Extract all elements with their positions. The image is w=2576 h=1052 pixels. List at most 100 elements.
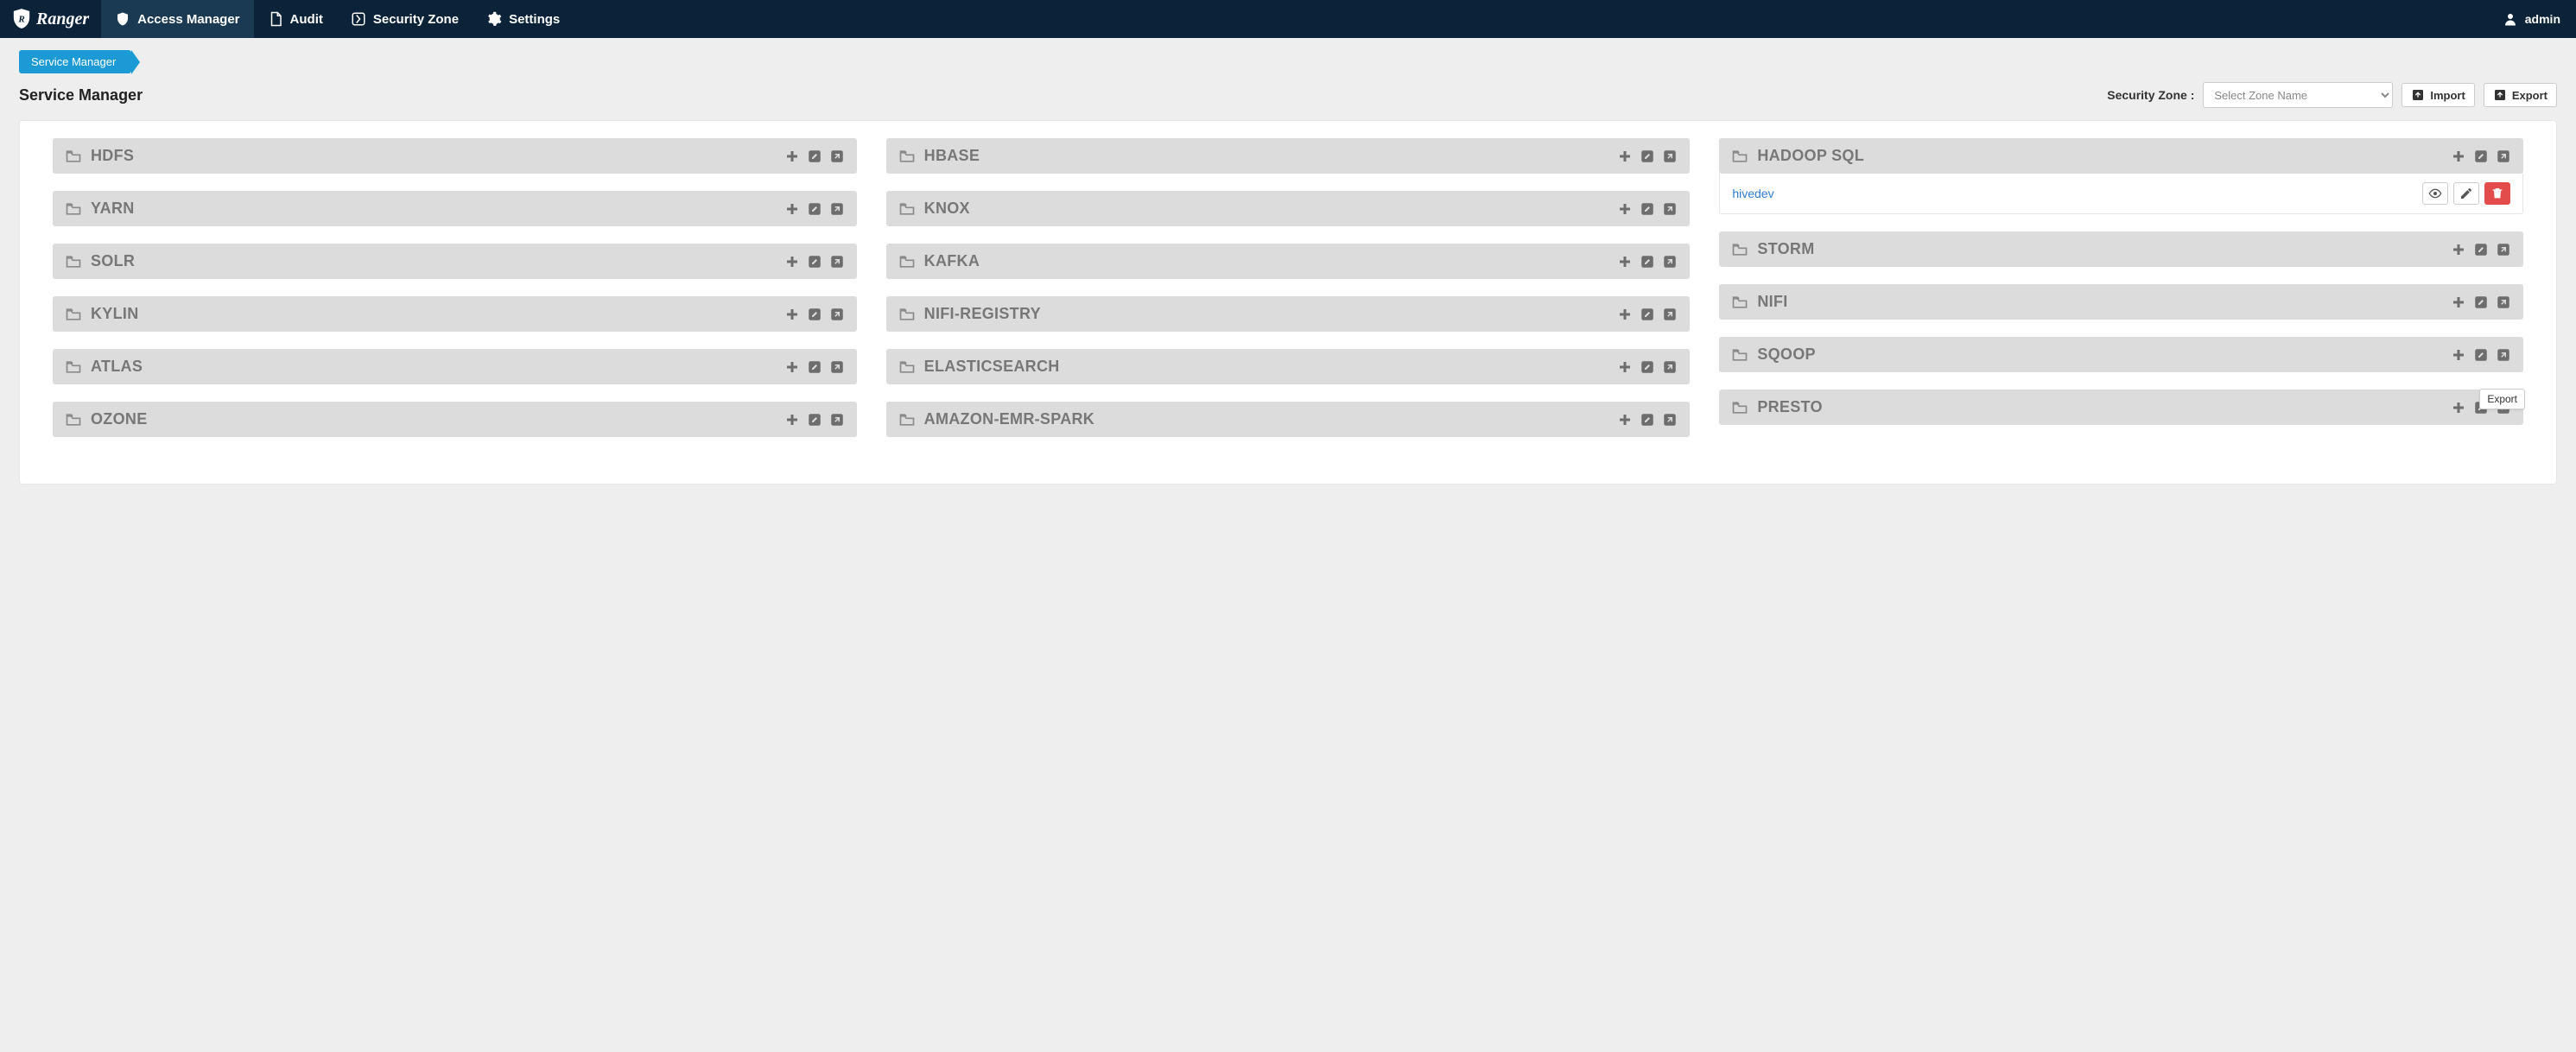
- edit-service-type-button[interactable]: [1640, 412, 1655, 428]
- edit-service-type-button[interactable]: [807, 359, 822, 375]
- nav-item-access-manager[interactable]: Access Manager: [101, 0, 253, 38]
- service-header: OZONE: [53, 402, 857, 437]
- open-service-type-button[interactable]: [829, 412, 845, 428]
- service-header: NIFI: [1719, 284, 2523, 320]
- service-header: KNOX: [886, 191, 1691, 226]
- edit-service-type-button[interactable]: [807, 201, 822, 217]
- open-service-type-button[interactable]: [1662, 359, 1678, 375]
- edit-square-icon: [1640, 201, 1655, 217]
- service-header: SQOOP: [1719, 337, 2523, 372]
- service-name: STORM: [1757, 240, 1814, 258]
- open-service-type-button[interactable]: [1662, 307, 1678, 322]
- edit-service-type-button[interactable]: [807, 412, 822, 428]
- view-service-button[interactable]: [2422, 182, 2448, 205]
- open-service-type-button[interactable]: [829, 149, 845, 164]
- open-service-type-button[interactable]: [829, 201, 845, 217]
- open-external-icon: [1662, 412, 1678, 428]
- folder-icon: [65, 200, 82, 218]
- add-service-button[interactable]: [1617, 359, 1633, 375]
- add-service-button[interactable]: [1617, 201, 1633, 217]
- brand[interactable]: R Ranger: [0, 0, 101, 38]
- edit-service-type-button[interactable]: [1640, 359, 1655, 375]
- nav-item-audit[interactable]: Audit: [254, 0, 337, 38]
- import-button[interactable]: Import: [2402, 83, 2474, 107]
- open-external-icon: [1662, 359, 1678, 375]
- plus-icon: [2451, 242, 2466, 257]
- service-header: NIFI-REGISTRY: [886, 296, 1691, 332]
- edit-square-icon: [807, 201, 822, 217]
- breadcrumb-chip[interactable]: Service Manager: [19, 50, 131, 73]
- folder-icon: [898, 411, 916, 428]
- folder-icon: [65, 411, 82, 428]
- open-service-type-button[interactable]: [2496, 242, 2511, 257]
- edit-service-type-button[interactable]: [807, 149, 822, 164]
- nav-item-settings[interactable]: Settings: [473, 0, 574, 38]
- open-service-type-button[interactable]: [1662, 412, 1678, 428]
- plus-icon: [1617, 412, 1633, 428]
- add-service-button[interactable]: [784, 412, 800, 428]
- service-header: ATLAS: [53, 349, 857, 384]
- add-service-button[interactable]: [784, 149, 800, 164]
- open-external-icon: [2496, 295, 2511, 310]
- add-service-button[interactable]: [784, 201, 800, 217]
- plus-icon: [1617, 149, 1633, 164]
- edit-square-icon: [2473, 347, 2489, 363]
- open-external-icon: [829, 149, 845, 164]
- edit-service-type-button[interactable]: [1640, 149, 1655, 164]
- zone-icon: [351, 11, 366, 27]
- add-service-button[interactable]: [1617, 149, 1633, 164]
- delete-service-button[interactable]: [2484, 182, 2510, 205]
- edit-service-type-button[interactable]: [2473, 149, 2489, 164]
- open-service-type-button[interactable]: [2496, 347, 2511, 363]
- nav-item-security-zone[interactable]: Security Zone: [337, 0, 473, 38]
- add-service-button[interactable]: [2451, 242, 2466, 257]
- service-name: AMAZON-EMR-SPARK: [924, 410, 1094, 428]
- service-card: NIFI-REGISTRY: [886, 296, 1691, 332]
- add-service-button[interactable]: [1617, 307, 1633, 322]
- edit-service-type-button[interactable]: [2473, 242, 2489, 257]
- file-icon: [268, 11, 283, 27]
- add-service-button[interactable]: [2451, 400, 2466, 415]
- open-service-type-button[interactable]: [1662, 149, 1678, 164]
- add-service-button[interactable]: [2451, 295, 2466, 310]
- service-name: NIFI-REGISTRY: [924, 305, 1041, 323]
- user-menu[interactable]: admin: [2487, 0, 2576, 38]
- edit-square-icon: [1640, 307, 1655, 322]
- edit-service-type-button[interactable]: [2473, 347, 2489, 363]
- edit-service-type-button[interactable]: [807, 254, 822, 269]
- edit-service-type-button[interactable]: [2473, 295, 2489, 310]
- edit-service-type-button[interactable]: [1640, 307, 1655, 322]
- service-instance-link[interactable]: hivedev: [1732, 187, 1773, 200]
- edit-service-type-button[interactable]: [807, 307, 822, 322]
- eye-icon: [2428, 187, 2442, 200]
- add-service-button[interactable]: [1617, 254, 1633, 269]
- open-service-type-button[interactable]: [1662, 201, 1678, 217]
- add-service-button[interactable]: [784, 307, 800, 322]
- open-service-type-button[interactable]: [829, 307, 845, 322]
- edit-service-type-button[interactable]: [1640, 254, 1655, 269]
- edit-service-type-button[interactable]: [1640, 201, 1655, 217]
- shield-icon: [115, 11, 130, 27]
- open-service-type-button[interactable]: [829, 254, 845, 269]
- open-service-type-button[interactable]: [2496, 149, 2511, 164]
- plus-icon: [784, 254, 800, 269]
- service-header: HDFS: [53, 138, 857, 174]
- edit-square-icon: [807, 359, 822, 375]
- edit-service-button[interactable]: [2453, 182, 2479, 205]
- open-service-type-button[interactable]: [2496, 295, 2511, 310]
- edit-square-icon: [807, 412, 822, 428]
- folder-icon: [898, 358, 916, 376]
- add-service-button[interactable]: [2451, 347, 2466, 363]
- plus-icon: [784, 149, 800, 164]
- open-service-type-button[interactable]: [829, 359, 845, 375]
- security-zone-select[interactable]: Select Zone Name: [2203, 82, 2393, 108]
- add-service-button[interactable]: [784, 359, 800, 375]
- user-icon: [2503, 11, 2518, 27]
- open-service-type-button[interactable]: [1662, 254, 1678, 269]
- add-service-button[interactable]: [2451, 149, 2466, 164]
- add-service-button[interactable]: [1617, 412, 1633, 428]
- export-button[interactable]: Export: [2484, 83, 2557, 107]
- brand-shield-icon: R: [12, 8, 31, 30]
- folder-icon: [1731, 148, 1748, 165]
- add-service-button[interactable]: [784, 254, 800, 269]
